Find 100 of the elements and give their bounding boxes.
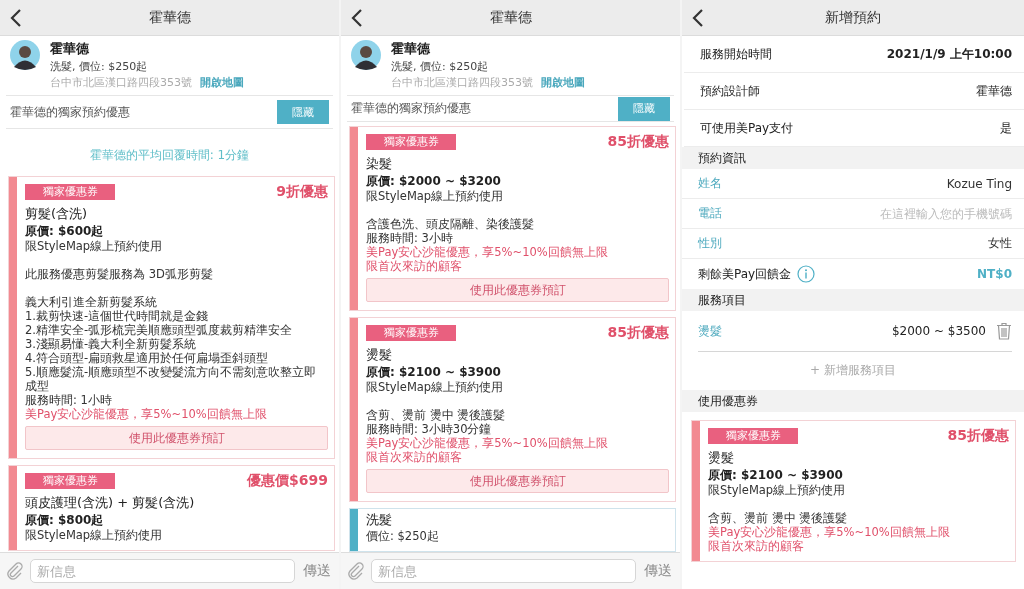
balance-value: NT$0 [977, 267, 1012, 281]
address: 台中市北區漢口路四段353號 [50, 75, 192, 90]
coupon-tag: 獨家優惠券 [366, 325, 456, 341]
description-line: 服務時間: 3小時 [366, 231, 454, 245]
row-value: 是 [1000, 119, 1012, 137]
discount-label: 85折優惠 [607, 133, 669, 151]
description-line: 服務時間: 3小時30分鐘 [366, 422, 493, 436]
row-label: 服務開始時間 [700, 45, 772, 63]
original-price: 原價: $2100 ~ $3900 [708, 467, 844, 483]
input-field[interactable]: Kozue Ting [792, 176, 1012, 191]
screen-title: 新增預約 [825, 8, 881, 27]
description-line: 含剪、燙前 燙中 燙後護髮 [366, 408, 507, 422]
description-line: 限StyleMap線上預約使用 [366, 380, 505, 394]
section-header: 使用優惠券 [682, 390, 1024, 412]
use-coupon-button[interactable]: 使用此優惠券預訂 [366, 278, 669, 302]
description-line: 此服務優惠剪髮服務為 3D弧形剪髮 [25, 267, 214, 281]
discount-label: 9折優惠 [276, 183, 328, 201]
reply-time: 霍華德的平均回覆時間: 1分鐘 [88, 147, 251, 164]
section-header: 服務項目 [682, 289, 1024, 311]
promo-text: 美Pay安心沙龍優惠，享5%~10%回饋無上限 [25, 407, 268, 421]
trash-icon[interactable] [996, 322, 1012, 340]
description-line: 義大利引進全新剪髮系統 [25, 295, 158, 309]
row-label: 剩餘美Pay回饋金 [698, 265, 792, 283]
coupon-title: 染髮 [366, 155, 393, 173]
description-line: 含剪、燙前 燙中 燙後護髮 [708, 511, 849, 525]
field-label: 電話 [698, 205, 722, 222]
original-price: 原價: $800起 [25, 512, 105, 528]
card-stripe [350, 509, 358, 551]
description-line: 限StyleMap線上預約使用 [708, 483, 847, 497]
service-price: $2000 ~ $3500 [891, 324, 986, 338]
add-service-link[interactable]: + 新增服務項目 [682, 352, 1024, 390]
field-label: 性別 [698, 235, 722, 252]
input-field[interactable]: 在這裡輸入您的手機號碼 [792, 206, 1012, 221]
promo-text: 美Pay安心沙龍優惠，享5%~10%回饋無上限 [708, 525, 951, 539]
info-icon[interactable] [797, 265, 816, 283]
row-value: 霍華德 [976, 82, 1012, 100]
service-price: 價位: $250起 [366, 529, 440, 543]
address: 台中市北區漢口路四段353號 [391, 75, 533, 90]
back-icon[interactable] [692, 9, 704, 27]
screen-title: 霍華德 [489, 8, 532, 27]
paperclip-icon[interactable] [347, 562, 365, 580]
hide-button[interactable]: 隱藏 [277, 100, 329, 124]
section-title: 霍華德的獨家預約優惠 [10, 103, 130, 121]
stylist-name: 霍華德 [391, 40, 431, 58]
coupon-tag: 獨家優惠券 [708, 428, 798, 444]
description-line: 限StyleMap線上預約使用 [366, 189, 505, 203]
promo-text: 限首次來訪的顧客 [708, 539, 805, 553]
row-label: 預約設計師 [700, 82, 760, 100]
avatar [10, 40, 40, 70]
description-line: 服務時間: 1小時 [25, 393, 113, 407]
description-line: 2.精準安全-弧形梳完美順應頭型弧度裁剪精準安全 [25, 323, 294, 337]
description-line: 3.淺顯易懂-義大利全新剪髮系統 [25, 337, 198, 351]
use-coupon-button[interactable]: 使用此優惠券預訂 [25, 426, 328, 450]
paperclip-icon[interactable] [6, 562, 24, 580]
stylist-name: 霍華德 [50, 40, 90, 58]
row-value: 2021/1/9 上午10:00 [886, 45, 1012, 63]
description-line: 1.裁剪快速-這個世代時間就是金錢 [25, 309, 210, 323]
discount-label: 85折優惠 [947, 427, 1009, 445]
discount-label: 優惠價$699 [247, 472, 328, 490]
description-line: 4.符合頭型-扁頭救星適用於任何扁塌歪斜頭型 [25, 351, 270, 365]
coupon-title: 燙髮 [708, 449, 735, 467]
original-price: 原價: $2100 ~ $3900 [366, 364, 502, 380]
map-link[interactable]: 開啟地圖 [200, 75, 244, 90]
coupon-tag: 獨家優惠券 [25, 473, 115, 489]
send-button[interactable]: 傳送 [642, 562, 674, 580]
promo-text: 美Pay安心沙龍優惠，享5%~10%回饋無上限 [366, 245, 609, 259]
description-line: 限StyleMap線上預約使用 [25, 239, 164, 253]
promo-text: 限首次來訪的顧客 [366, 259, 463, 273]
coupon-tag: 獨家優惠券 [25, 184, 115, 200]
description-line: 5.順應髮流-順應頭型不改變髮流方向不需刻意吹整立即成型 [25, 365, 318, 393]
promo-text: 美Pay安心沙龍優惠，享5%~10%回饋無上限 [366, 436, 609, 450]
field-label: 姓名 [698, 175, 722, 192]
coupon-title: 剪髮(含洗) [25, 205, 89, 223]
coupon-tag: 獨家優惠券 [366, 134, 456, 150]
section-header: 預約資訊 [682, 147, 1024, 169]
message-field[interactable]: 新信息 [371, 559, 636, 583]
promo-text: 限首次來訪的顧客 [366, 450, 463, 464]
row-label: 可使用美Pay支付 [700, 119, 794, 137]
hide-button[interactable]: 隱藏 [618, 96, 670, 121]
back-icon[interactable] [10, 9, 22, 27]
screen-title: 霍華德 [148, 8, 191, 27]
back-icon[interactable] [351, 9, 363, 27]
avatar [351, 40, 381, 70]
service-price: 洗髮, 價位: $250起 [391, 59, 490, 74]
description-line: 限StyleMap線上預約使用 [25, 528, 164, 542]
input-field[interactable]: 女性 [792, 236, 1012, 251]
service-name[interactable]: 燙髮 [698, 322, 882, 340]
send-button[interactable]: 傳送 [301, 562, 333, 580]
service-title: 洗髮 [366, 511, 393, 529]
coupon-title: 頭皮護理(含洗) + 剪髮(含洗) [25, 494, 196, 512]
section-title: 霍華德的獨家預約優惠 [351, 100, 471, 117]
use-coupon-button[interactable]: 使用此優惠券預訂 [366, 469, 669, 493]
description-line: 含護色洗、頭皮隔離、染後護髮 [366, 217, 535, 231]
discount-label: 85折優惠 [607, 324, 669, 342]
message-field[interactable]: 新信息 [30, 559, 295, 583]
service-price: 洗髮, 價位: $250起 [50, 59, 149, 74]
map-link[interactable]: 開啟地圖 [541, 75, 585, 90]
original-price: 原價: $2000 ~ $3200 [366, 173, 502, 189]
coupon-title: 燙髮 [366, 346, 393, 364]
original-price: 原價: $600起 [25, 223, 105, 239]
